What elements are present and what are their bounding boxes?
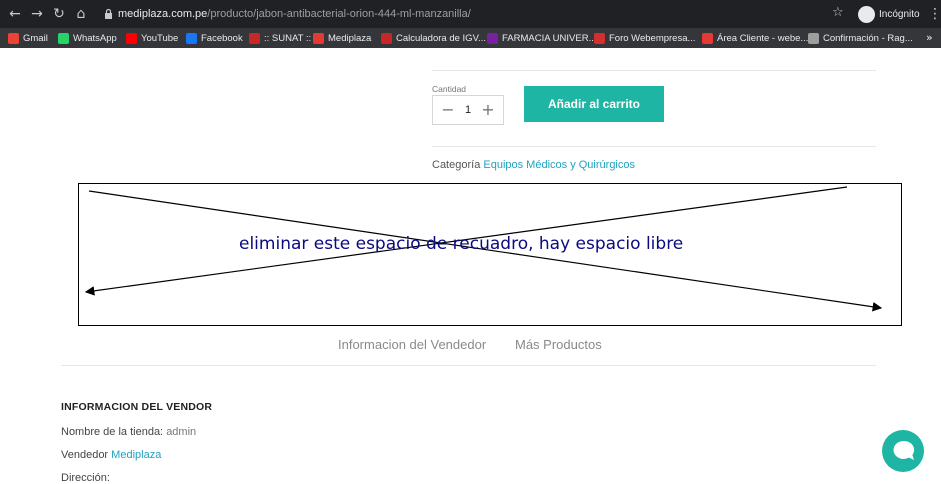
bookmarks-bar: Gmail WhatsApp YouTube Facebook :: SUNAT… — [0, 28, 941, 48]
bookmark-area-cliente[interactable]: Área Cliente - webe... — [702, 30, 808, 46]
browser-menu-icon[interactable]: ⋮ — [928, 5, 941, 23]
bookmark-mediplaza[interactable]: Mediplaza — [313, 30, 371, 46]
add-to-cart-button[interactable]: Añadir al carrito — [524, 86, 664, 122]
foro-icon — [594, 32, 605, 44]
mediplaza-icon — [313, 32, 324, 44]
bookmark-whatsapp[interactable]: WhatsApp — [58, 30, 117, 46]
whatsapp-icon — [58, 32, 69, 44]
category-link[interactable]: Equipos Médicos y Quirúrgicos — [483, 159, 635, 171]
address-bar[interactable]: mediplaza.com.pe/producto/jabon-antibact… — [98, 4, 848, 25]
bookmark-label: Facebook — [201, 32, 243, 44]
chat-button[interactable] — [882, 430, 924, 472]
calculator-icon — [381, 32, 392, 44]
address-label: Dirección: — [61, 472, 110, 484]
incognito-icon — [858, 5, 875, 23]
minus-icon[interactable]: − — [441, 102, 455, 118]
address-line: Dirección: — [61, 472, 110, 484]
plus-icon[interactable]: + — [481, 102, 495, 118]
bookmarks-overflow-icon[interactable]: » — [926, 31, 933, 44]
url-host: mediplaza.com.pe — [118, 8, 208, 20]
vendor-link[interactable]: Mediplaza — [111, 449, 161, 461]
lock-icon — [105, 8, 112, 19]
farmacia-icon — [487, 32, 498, 44]
sunat-icon — [249, 32, 260, 44]
bookmark-confirmacion[interactable]: Confirmación - Rag... — [808, 30, 913, 46]
annotation-text: eliminar este espacio de recuadro, hay e… — [239, 234, 684, 254]
reload-icon[interactable]: ↻ — [50, 5, 68, 23]
store-name-line: Nombre de la tienda: admin — [61, 426, 196, 438]
browser-toolbar: ← → ↻ ⌂ mediplaza.com.pe/producto/jabon-… — [0, 0, 941, 28]
bookmark-label: YouTube — [141, 32, 179, 44]
url-path: /producto/jabon-antibacterial-orion-444-… — [207, 8, 471, 20]
bookmark-facebook[interactable]: Facebook — [186, 30, 243, 46]
back-icon[interactable]: ← — [6, 5, 24, 23]
facebook-icon — [186, 32, 197, 44]
category-line: Categoría Equipos Médicos y Quirúrgicos — [432, 159, 635, 171]
gmail-icon — [8, 32, 19, 44]
store-name-label: Nombre de la tienda: — [61, 426, 164, 438]
vendor-line: Vendedor Mediplaza — [61, 449, 161, 461]
bookmark-label: Calculadora de IGV... — [396, 32, 486, 44]
annotation-cross — [84, 186, 883, 312]
bookmark-star-icon[interactable]: ☆ — [832, 5, 844, 21]
bookmark-sunat[interactable]: :: SUNAT :: — [249, 30, 311, 46]
quantity-label: Cantidad — [432, 84, 467, 94]
tab-vendor-info[interactable]: Informacion del Vendedor — [338, 337, 486, 352]
webempresa-icon — [702, 32, 713, 44]
bookmark-farmacia[interactable]: FARMACIA UNIVER... — [487, 30, 597, 46]
bookmark-label: Mediplaza — [328, 32, 372, 44]
bookmark-label: Área Cliente - webe... — [717, 32, 809, 44]
category-prefix: Categoría — [432, 159, 481, 171]
tab-more-products[interactable]: Más Productos — [515, 337, 602, 352]
bookmark-label: :: SUNAT :: — [264, 32, 312, 44]
bookmark-label: WhatsApp — [73, 32, 117, 44]
home-icon[interactable]: ⌂ — [72, 5, 90, 23]
vendor-label: Vendedor — [61, 449, 109, 461]
bookmark-calculadora-igv[interactable]: Calculadora de IGV... — [381, 30, 486, 46]
bookmark-foro-webempresa[interactable]: Foro Webempresa... — [594, 30, 695, 46]
page-content: Cantidad − 1 + Añadir al carrito Categor… — [0, 48, 941, 484]
youtube-icon — [126, 32, 137, 44]
bookmark-label: FARMACIA UNIVER... — [502, 32, 597, 44]
annotation-box: eliminar este espacio de recuadro, hay e… — [78, 183, 902, 326]
incognito-label: Incógnito — [879, 8, 920, 20]
product-tabs: Informacion del Vendedor Más Productos — [0, 335, 941, 357]
bookmark-gmail[interactable]: Gmail — [8, 30, 48, 46]
divider — [61, 365, 876, 366]
url-text: mediplaza.com.pe/producto/jabon-antibact… — [118, 7, 471, 22]
incognito-profile[interactable]: Incógnito — [858, 5, 920, 23]
bookmark-youtube[interactable]: YouTube — [126, 30, 178, 46]
divider — [432, 70, 876, 71]
bookmark-label: Confirmación - Rag... — [823, 32, 913, 44]
store-name-value: admin — [166, 426, 197, 438]
page-icon — [808, 32, 819, 44]
quantity-stepper: − 1 + — [432, 95, 504, 125]
vendor-section-title: INFORMACION DEL VENDOR — [61, 401, 213, 413]
bookmark-label: Gmail — [23, 32, 48, 44]
bookmark-label: Foro Webempresa... — [609, 32, 696, 44]
divider — [432, 146, 876, 147]
forward-icon[interactable]: → — [28, 5, 46, 23]
quantity-value[interactable]: 1 — [461, 104, 475, 116]
chat-bubble-icon — [893, 440, 915, 460]
